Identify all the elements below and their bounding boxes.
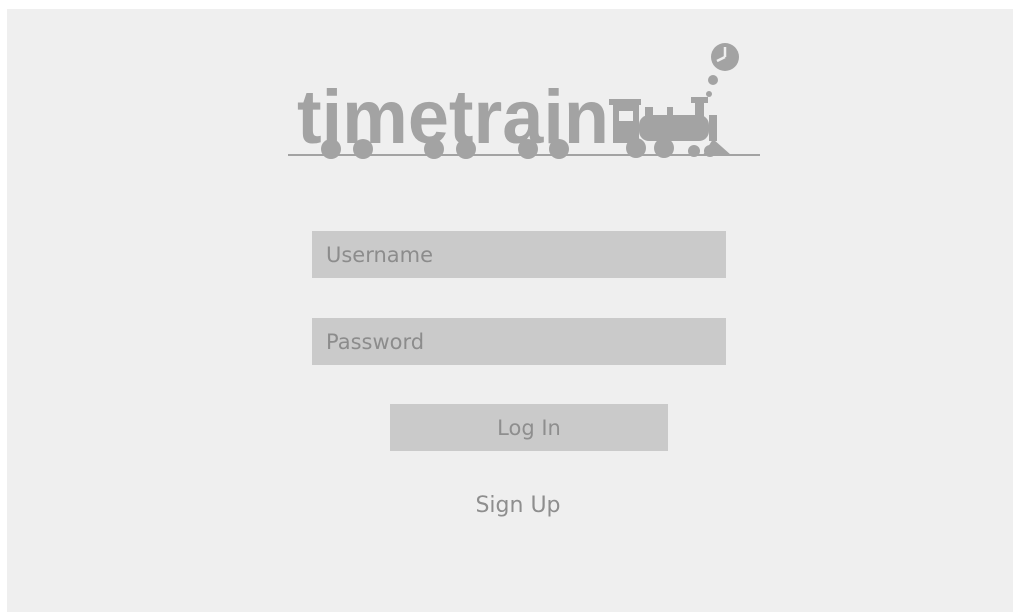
login-screen: timetrain Username Log In Sign Up xyxy=(7,9,1013,612)
clock-icon xyxy=(706,43,739,97)
username-input[interactable] xyxy=(312,231,726,278)
password-input[interactable] xyxy=(312,318,726,365)
signup-link[interactable]: Sign Up xyxy=(418,493,618,518)
login-button[interactable]: Log In xyxy=(390,404,668,451)
locomotive-icon xyxy=(609,97,731,158)
timetrain-logo: timetrain xyxy=(283,31,763,161)
